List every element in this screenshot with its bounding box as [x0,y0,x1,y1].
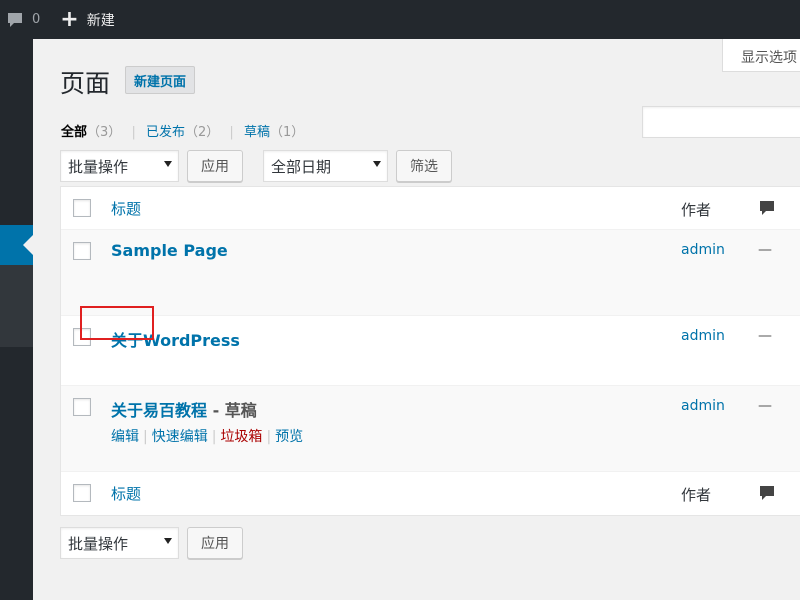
row-author-link[interactable]: admin [681,242,725,258]
trash-link[interactable]: 垃圾箱 [220,429,262,445]
table-header: 标题 作者 [61,187,800,230]
column-title-header[interactable]: 标题 [111,198,141,219]
chevron-down-icon [164,161,172,167]
apply-button-bottom[interactable]: 应用 [187,527,243,559]
filter-button[interactable]: 筛选 [396,150,452,182]
date-filter-select[interactable]: 全部日期 [263,150,388,182]
search-input[interactable] [642,106,800,138]
bulk-actions-select-bottom[interactable]: 批量操作 [60,527,179,559]
row-comments: — [758,398,772,414]
apply-button-top[interactable]: 应用 [187,150,243,182]
edit-link[interactable]: 编辑 [111,429,139,445]
new-content-menu[interactable]: + 新建 [60,0,114,39]
comments-menu[interactable]: 0 [0,0,40,39]
row-title-link[interactable]: Sample Page [111,241,228,260]
chevron-down-icon [373,161,381,167]
table-row: 关于WordPress admin — [61,316,800,386]
filter-draft-count: （1） [269,125,305,140]
page-title: 页面 [60,69,111,98]
filter-separator: | [229,125,234,140]
plus-icon: + [60,6,79,32]
filter-published-count: （2） [184,125,220,140]
bulk-actions-select-top[interactable]: 批量操作 [60,150,179,182]
row-checkbox[interactable] [73,398,91,416]
admin-bar: 0 + 新建 [0,0,800,39]
chevron-down-icon [164,538,172,544]
comment-bubble-icon [8,12,22,27]
row-author-link[interactable]: admin [681,328,725,344]
row-comments: — [758,242,772,258]
row-title-link[interactable]: 关于易百教程 - 草稿 [111,397,257,421]
row-checkbox[interactable] [73,242,91,260]
row-title-text: 关于易百教程 [111,401,208,420]
add-new-page-button[interactable]: 新建页面 [125,66,196,94]
column-author-header: 作者 [681,201,712,219]
action-separator: | [143,429,148,445]
date-filter-value: 全部日期 [271,158,332,176]
edit-highlight-box [80,306,154,340]
filter-separator: | [131,125,136,140]
menu-submenu[interactable] [0,265,33,347]
select-all-checkbox[interactable] [73,199,91,217]
comment-bubble-icon [760,486,774,500]
row-comments: — [758,328,772,344]
filter-published[interactable]: 已发布 [146,125,185,140]
bulk-actions-value: 批量操作 [68,535,129,553]
main-content: 显示选项 页面 新建页面 全部（3） | 已发布（2） | 草稿（1） 批量操作… [33,39,800,600]
new-content-label: 新建 [86,12,115,29]
table-footer: 标题 作者 [61,472,800,515]
filter-all-count: （3） [87,125,122,140]
bulk-actions-value: 批量操作 [68,158,129,176]
screen-options-button[interactable]: 显示选项 [722,39,800,72]
quick-edit-link[interactable]: 快速编辑 [152,429,208,445]
current-menu-arrow-icon [23,235,33,255]
column-title-footer[interactable]: 标题 [111,483,141,504]
comment-bubble-icon [760,201,774,215]
row-actions: 编辑 | 快速编辑 | 垃圾箱 | 预览 [111,426,303,446]
column-author-footer: 作者 [681,486,712,504]
filter-draft[interactable]: 草稿 [244,125,270,140]
filter-all[interactable]: 全部 [61,125,87,140]
preview-link[interactable]: 预览 [275,429,303,445]
comments-count: 0 [32,12,41,27]
action-separator: | [266,429,272,445]
select-all-checkbox-footer[interactable] [73,484,91,502]
pages-table: 标题 作者 Sample Page admin — 关于WordPress ad… [60,186,800,516]
row-author-link[interactable]: admin [681,398,725,414]
menu-item-pages[interactable] [0,225,33,265]
table-row: 关于易百教程 - 草稿 admin — 编辑 | 快速编辑 | 垃圾箱 | 预览 [61,386,800,472]
admin-menu [0,39,33,600]
status-filters: 全部（3） | 已发布（2） | 草稿（1） [61,121,304,140]
action-separator: | [211,429,217,445]
row-post-state: - 草稿 [207,401,257,420]
table-row: Sample Page admin — [61,230,800,316]
